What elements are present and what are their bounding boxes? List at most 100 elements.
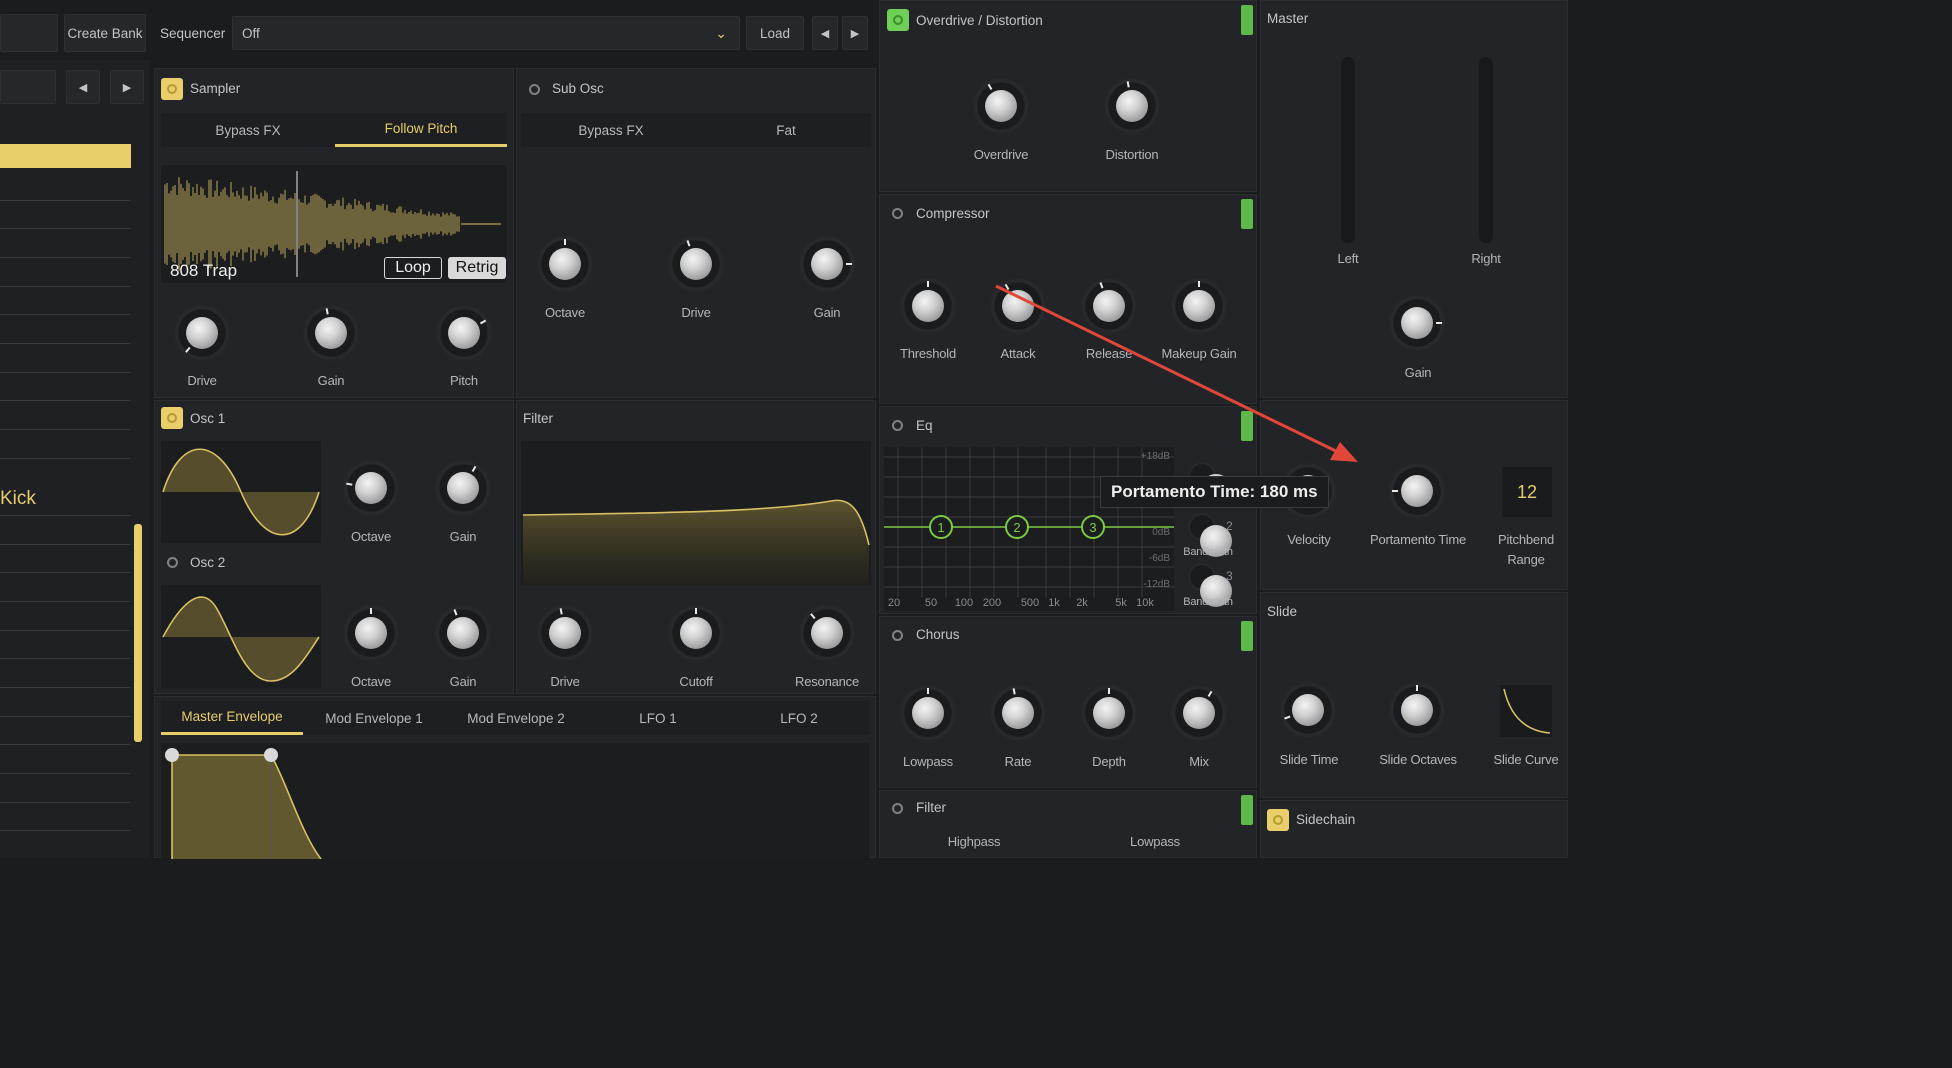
attack-knob[interactable] [990,278,1046,334]
load-button[interactable]: Load [746,16,804,50]
pitchbend-range-field[interactable]: 12 [1502,467,1552,517]
tab-lfo-2[interactable]: LFO 2 [729,701,869,735]
overdrive-drag-handle[interactable] [1241,5,1253,35]
step-row[interactable] [0,458,130,459]
step-row[interactable] [0,744,130,745]
osc1-octave-knob[interactable] [343,460,399,516]
chorus-depth-knob[interactable] [1081,685,1137,741]
step-row[interactable] [0,658,130,659]
sub-drive-knob[interactable] [668,236,724,292]
step-row[interactable] [0,400,130,401]
step-row[interactable] [0,200,130,201]
step-row[interactable] [0,716,130,717]
slide-curve-display[interactable] [1500,685,1552,737]
envelope-decay-handle[interactable] [264,748,278,762]
sampler-pitch-knob[interactable] [436,305,492,361]
sampler-gain-knob[interactable] [303,305,359,361]
pattern-select[interactable] [0,70,56,104]
next-preset-button[interactable]: ▶ [842,16,868,50]
tab-follow-pitch[interactable]: Follow Pitch [335,113,507,147]
osc1-wave-display[interactable] [161,441,321,543]
slide-time-knob[interactable] [1280,682,1336,738]
step-row[interactable] [0,830,130,831]
step-row[interactable] [0,257,130,258]
prev-preset-button[interactable]: ◀ [812,16,838,50]
fx-filter-drag-handle[interactable] [1241,795,1253,825]
osc2-octave-knob[interactable] [343,605,399,661]
step-row[interactable] [0,286,130,287]
sub-gain-knob[interactable] [799,236,855,292]
envelope-attack-handle[interactable] [165,748,179,762]
overdrive-power-toggle[interactable] [887,9,909,31]
compressor-power-toggle[interactable] [888,204,906,222]
scrollbar-thumb[interactable] [134,524,142,742]
tab-bypass-fx[interactable]: Bypass FX [161,113,335,147]
osc2-power-toggle[interactable] [163,553,181,571]
seq-next-button[interactable]: ▶ [110,70,144,104]
portamento-time-knob[interactable] [1389,463,1445,519]
sub-octave-knob[interactable] [537,236,593,292]
step-row[interactable] [0,630,130,631]
eq-power-toggle[interactable] [888,416,906,434]
tab-mod-envelope-1[interactable]: Mod Envelope 1 [303,701,445,735]
step-row[interactable] [0,372,130,373]
osc1-power-toggle[interactable] [161,407,183,429]
osc2-gain-knob[interactable] [435,605,491,661]
step-row[interactable] [0,687,130,688]
loop-toggle[interactable]: Loop [384,257,442,279]
sequencer-dropdown[interactable]: Off ⌄ [232,16,740,50]
step-row[interactable] [0,773,130,774]
filter-cutoff-knob[interactable] [668,605,724,661]
create-bank-button[interactable]: Create Bank [64,14,146,52]
compressor-drag-handle[interactable] [1241,199,1253,229]
step-row[interactable] [0,429,130,430]
eq-graph[interactable]: 1 2 3 +18dB 0dB -6dB -12dB 20 50 100 200… [884,447,1174,611]
step-row[interactable] [0,314,130,315]
step-row[interactable] [0,228,130,229]
filter-resonance-knob[interactable] [799,605,855,661]
sample-waveform-display[interactable]: 808 Trap Loop Retrig [161,165,507,283]
eq-band3-bandwidth-knob[interactable] [1188,563,1232,607]
osc2-wave-display[interactable] [161,585,321,689]
sampler-power-toggle[interactable] [161,78,183,100]
sampler-drive-knob[interactable] [174,305,230,361]
chorus-mix-knob[interactable] [1171,685,1227,741]
master-gain-knob[interactable] [1389,295,1445,351]
eq-drag-handle[interactable] [1241,411,1253,441]
bank-select-button[interactable] [0,14,58,52]
step-row[interactable] [0,802,130,803]
chorus-power-toggle[interactable] [888,626,906,644]
step-row[interactable] [0,343,130,344]
envelope-editor[interactable] [161,743,869,860]
fx-filter-power-toggle[interactable] [888,799,906,817]
range-label: Range [1507,552,1545,567]
distortion-knob[interactable] [1104,78,1160,134]
tab-mod-envelope-2[interactable]: Mod Envelope 2 [445,701,587,735]
makeup-gain-knob[interactable] [1171,278,1227,334]
sidechain-power-toggle[interactable] [1267,809,1289,831]
selected-step[interactable] [0,144,131,168]
retrig-toggle[interactable]: Retrig [448,257,506,279]
tab-lfo-1[interactable]: LFO 1 [587,701,729,735]
step-row[interactable] [0,544,130,545]
sub-osc-power-toggle[interactable] [525,80,543,98]
filter-curve-display[interactable] [521,441,871,585]
slide-octaves-knob[interactable] [1389,682,1445,738]
kick-label: Kick [0,488,36,509]
threshold-knob[interactable] [900,278,956,334]
step-row[interactable] [0,601,130,602]
release-knob[interactable] [1081,278,1137,334]
overdrive-knob[interactable] [973,78,1029,134]
chorus-drag-handle[interactable] [1241,621,1253,651]
tab-sub-bypass-fx[interactable]: Bypass FX [521,113,701,147]
osc1-gain-knob[interactable] [435,460,491,516]
chorus-lowpass-knob[interactable] [900,685,956,741]
tab-master-envelope[interactable]: Master Envelope [161,701,303,735]
filter-drive-knob[interactable] [537,605,593,661]
tab-fat[interactable]: Fat [701,113,871,147]
step-row[interactable] [0,515,130,516]
eq-band2-bandwidth-knob[interactable] [1188,513,1232,557]
step-row[interactable] [0,572,130,573]
seq-prev-button[interactable]: ◀ [66,70,100,104]
chorus-rate-knob[interactable] [990,685,1046,741]
